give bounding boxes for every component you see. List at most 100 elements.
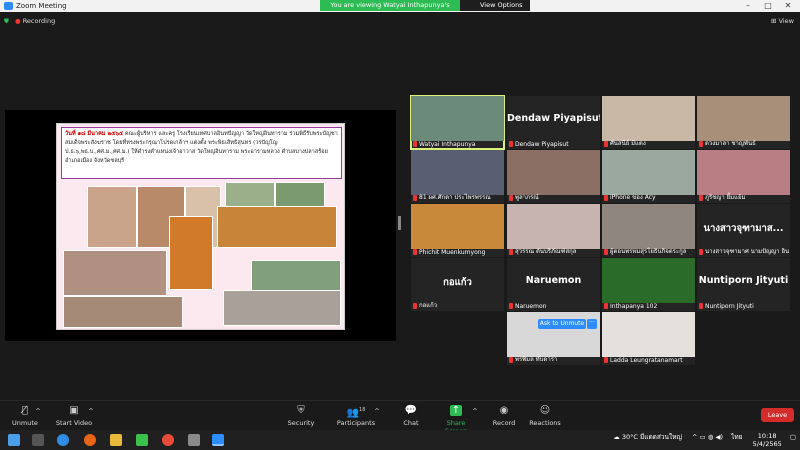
tray-icons[interactable]: ^ ▭ ◍ ◀)	[692, 433, 723, 441]
slide-photo	[169, 216, 213, 290]
muted-mic-icon	[413, 141, 417, 147]
participant-video	[602, 258, 695, 303]
participant-name: ศันสนีย์ มีแตง	[610, 140, 646, 147]
participant-tile[interactable]: Naruemon Naruemon	[507, 258, 600, 311]
video-options-caret[interactable]: ^	[86, 407, 96, 415]
zoom-taskbar-icon[interactable]	[212, 434, 224, 446]
record-dot-icon: ●	[14, 17, 21, 25]
chat-icon: 💬	[404, 405, 418, 416]
shield-icon: ⛨	[297, 405, 305, 416]
chrome-icon[interactable]	[162, 434, 174, 446]
slide-photo	[87, 186, 137, 248]
participant-name: 81 ผศ.ศักดา ประไพรพรรณ	[419, 194, 491, 201]
participant-video	[411, 150, 504, 195]
edge-icon[interactable]	[57, 434, 69, 446]
chat-button[interactable]: 💬 Chat	[396, 405, 426, 427]
participant-name: iPhone ของ Acy	[610, 194, 656, 201]
participant-tile[interactable]: Phichit Muenkumyong	[411, 204, 504, 257]
clock[interactable]: 10:18 5/4/2565	[753, 432, 782, 448]
participant-tile[interactable]: Ladda Leungratanamart	[602, 312, 695, 365]
participant-name: ผู้ตอนพรหมสุรโยธินกิจตระกูล	[610, 248, 687, 255]
view-options-button[interactable]: View Options	[460, 0, 530, 11]
muted-mic-icon	[604, 141, 608, 147]
participant-tile[interactable]: Dendaw Piyapisut Dendaw Piyapisut	[507, 96, 600, 149]
participants-label: Participants	[336, 419, 376, 427]
security-button[interactable]: ⛨ Security	[284, 405, 318, 427]
muted-mic-icon	[604, 357, 608, 363]
participant-tile[interactable]: ผู้ตอนพรหมสุรโยธินกิจตระกูล	[602, 204, 695, 257]
share-options-caret[interactable]: ^	[470, 407, 480, 415]
participant-tile[interactable]: ดวงมาลา ชาญพันธ์	[697, 96, 790, 149]
record-button[interactable]: ◉ Record	[490, 405, 518, 427]
participant-tile[interactable]: สุวรรณ ตันบริภัณฑ์สกุล	[507, 204, 600, 257]
chat-label: Chat	[403, 419, 419, 427]
reactions-button[interactable]: ☺ Reactions	[528, 405, 562, 427]
participant-name: Watyai Inthapunya	[419, 141, 476, 148]
muted-mic-icon	[699, 249, 703, 255]
participant-tile[interactable]: Nuntiporn Jityuti Nuntiporn Jityuti	[697, 258, 790, 311]
start-icon[interactable]	[8, 434, 20, 446]
participant-name: Phichit Muenkumyong	[419, 249, 486, 256]
close-button[interactable]: ✕	[778, 0, 798, 12]
more-options-button[interactable]: ···	[587, 319, 597, 329]
participants-options-caret[interactable]: ^	[372, 407, 382, 415]
security-label: Security	[287, 419, 315, 427]
window-title: Zoom Meeting	[16, 2, 67, 10]
maximize-button[interactable]: □	[758, 0, 778, 12]
participant-name: Dendaw Piyapisut	[515, 141, 569, 148]
participant-tile[interactable]: นางสาวจุฑามาส... นางสาวจุฑามาศ นามปัญญา อ…	[697, 204, 790, 257]
participant-tile[interactable]: 81 ผศ.ศักดา ประไพรพรรณ	[411, 150, 504, 203]
participant-video	[602, 150, 695, 195]
participant-display-name: กอแก้ว	[443, 277, 472, 288]
participant-tile[interactable]: ภูริชญา ยิ้มแย้ม	[697, 150, 790, 203]
participant-name: Nuntiporn Jityuti	[705, 303, 754, 310]
app-icon[interactable]	[188, 434, 200, 446]
muted-mic-icon	[604, 303, 608, 309]
file-explorer-icon[interactable]	[110, 434, 122, 446]
firefox-icon[interactable]	[84, 434, 96, 446]
slide-photo	[63, 296, 183, 328]
slide-photo	[217, 206, 337, 248]
language-indicator[interactable]: ไทย	[731, 433, 742, 441]
participant-video	[507, 150, 600, 195]
muted-mic-icon	[699, 195, 703, 201]
participant-name: Naruemon	[515, 303, 547, 310]
muted-mic-icon	[604, 249, 608, 255]
notifications-icon[interactable]: ▢	[790, 433, 796, 441]
muted-mic-icon	[509, 303, 513, 309]
participant-video	[602, 96, 695, 141]
clock-date: 5/4/2565	[752, 440, 782, 448]
splitter-handle[interactable]	[398, 216, 401, 230]
participants-count: 18	[359, 407, 366, 413]
task-view-icon[interactable]	[32, 434, 44, 446]
participant-tile[interactable]: iPhone ของ Acy	[602, 150, 695, 203]
participant-display-name: Naruemon	[525, 275, 582, 286]
participant-tile[interactable]: Watyai Inthapunya	[410, 95, 505, 150]
participant-name: กอแก้ว	[419, 302, 438, 309]
participant-tile[interactable]: Inthapanya 102	[602, 258, 695, 311]
participant-name: สุวรรณ ตันบริภัณฑ์สกุล	[515, 248, 577, 255]
minimize-button[interactable]: –	[738, 0, 758, 12]
ask-to-unmute-button[interactable]: Ask to Unmute	[538, 319, 586, 329]
slide-photo	[251, 260, 341, 294]
unmute-label: Unmute	[12, 419, 38, 427]
view-button[interactable]: ⊞ View	[771, 17, 794, 25]
audio-options-caret[interactable]: ^	[33, 407, 43, 415]
weather-icon: ☁	[613, 433, 620, 441]
leave-button[interactable]: Leave	[761, 408, 794, 422]
participant-video	[411, 204, 504, 249]
line-app-icon[interactable]	[136, 434, 148, 446]
participant-display-name: Dendaw Piyapisut	[507, 113, 600, 124]
muted-mic-icon	[509, 195, 513, 201]
participant-name: ภูริชญา ยิ้มแย้ม	[705, 194, 746, 201]
participant-tile[interactable]: พูลาภรณ์	[507, 150, 600, 203]
record-icon: ◉	[499, 405, 509, 416]
start-video-label: Start Video	[55, 419, 93, 427]
participant-tile[interactable]: กอแก้ว กอแก้ว	[411, 258, 504, 311]
shared-screen[interactable]: วันที่ ๑๘ มีนาคม ๒๕๖๕ คณะผู้บริหาร และคร…	[5, 110, 396, 341]
slide-caption: วันที่ ๑๘ มีนาคม ๒๕๖๕ คณะผู้บริหาร และคร…	[61, 127, 342, 179]
participant-tile[interactable]: ศันสนีย์ มีแตง	[602, 96, 695, 149]
recording-indicator: ⛊ ● Recording	[4, 17, 55, 26]
muted-mic-icon	[413, 195, 417, 201]
shield-icon: ⛊	[4, 17, 9, 25]
